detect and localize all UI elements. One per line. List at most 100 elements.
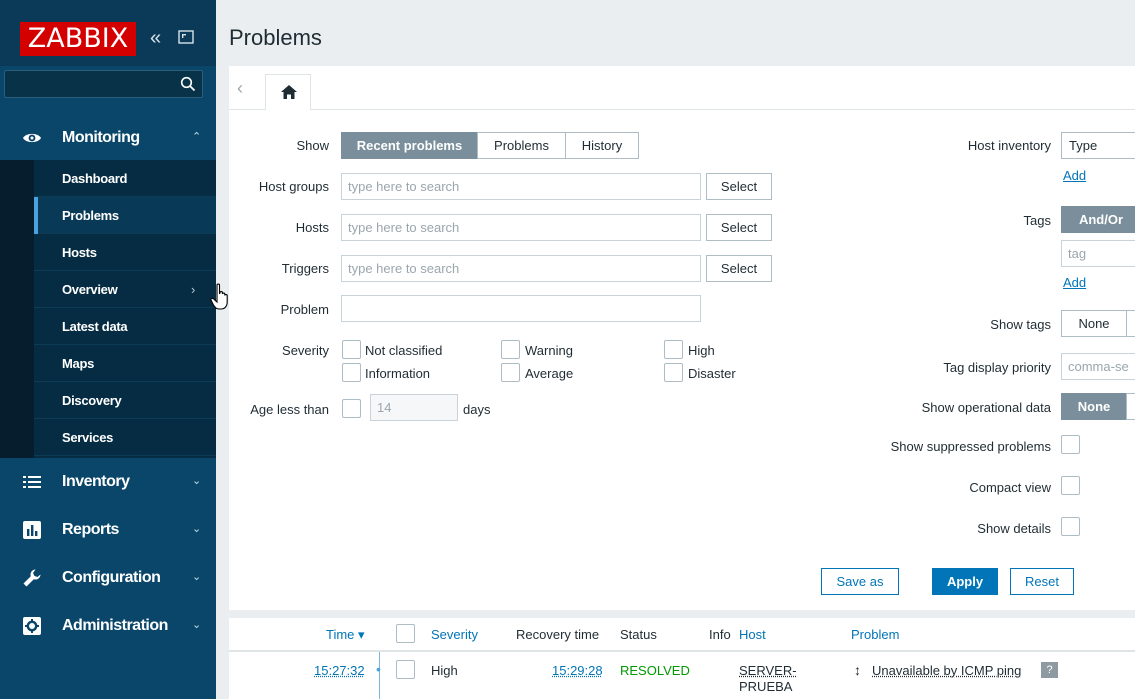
chevron-down-icon: ⌄ <box>192 571 202 583</box>
column-severity-header[interactable]: Severity <box>431 627 478 642</box>
apply-button[interactable]: Apply <box>932 568 998 595</box>
show-details-checkbox[interactable] <box>1061 517 1080 536</box>
tag-display-priority-label: Tag display priority <box>943 360 1051 375</box>
tags-and-or-button[interactable]: And/Or <box>1061 206 1135 233</box>
severity-information-checkbox[interactable] <box>342 363 361 382</box>
severity-average-label: Average <box>525 366 574 381</box>
info-help-icon[interactable]: ? <box>1041 662 1058 678</box>
sidebar-item-maps[interactable]: Maps <box>34 345 216 382</box>
sidebar: ZABBIX « Monitoring ⌃ Dashboard Problems… <box>0 0 216 699</box>
row-recovery-time[interactable]: 15:29:28 <box>552 663 603 678</box>
kiosk-mode-icon[interactable] <box>178 29 194 45</box>
filter-panel: Show Recent problems Problems History Ho… <box>229 110 1135 610</box>
severity-warning-label: Warning <box>525 343 573 358</box>
zabbix-logo[interactable]: ZABBIX <box>20 22 136 56</box>
tag-display-priority-input[interactable]: comma-se <box>1061 353 1135 380</box>
column-recovery-time-header: Recovery time <box>516 627 600 642</box>
tags-add-link[interactable]: Add <box>1063 275 1086 290</box>
menu-inventory[interactable]: Inventory ⌄ <box>0 462 216 502</box>
sidebar-item-label: Maps <box>62 356 95 371</box>
row-time[interactable]: 15:27:32 <box>314 663 365 678</box>
sidebar-item-label: Overview <box>62 282 118 297</box>
select-all-checkbox[interactable] <box>396 624 415 643</box>
logo-bar: ZABBIX « <box>0 0 216 66</box>
submenu-rail <box>0 160 34 458</box>
sidebar-search-input[interactable] <box>5 71 170 97</box>
menu-reports[interactable]: Reports ⌄ <box>0 510 216 550</box>
menu-administration[interactable]: Administration ⌄ <box>0 606 216 646</box>
host-groups-select-button[interactable]: Select <box>706 173 772 200</box>
column-time-header[interactable]: Time ▾ <box>326 627 365 643</box>
sidebar-item-discovery[interactable]: Discovery <box>34 382 216 419</box>
problem-input[interactable] <box>341 295 701 322</box>
home-icon <box>281 85 297 99</box>
age-unit-label: days <box>463 402 491 417</box>
show-tags-next-button[interactable] <box>1126 310 1135 337</box>
age-days-input[interactable]: 14 <box>370 394 458 421</box>
row-severity: High <box>431 663 458 678</box>
operational-data-next-button[interactable] <box>1126 393 1135 420</box>
column-host-header[interactable]: Host <box>739 627 766 642</box>
menu-reports-label: Reports <box>62 521 119 538</box>
eye-icon <box>22 128 42 148</box>
sidebar-item-overview[interactable]: Overview › <box>34 271 216 308</box>
severity-high-checkbox[interactable] <box>664 340 683 359</box>
sidebar-item-services[interactable]: Services <box>34 419 216 456</box>
sidebar-item-label: Services <box>62 430 114 445</box>
chevron-up-icon: ⌃ <box>192 131 202 143</box>
show-suppressed-problems-label: Show suppressed problems <box>890 439 1051 454</box>
show-recent-problems-button[interactable]: Recent problems <box>341 132 478 159</box>
search-icon[interactable] <box>180 76 196 92</box>
show-problems-button[interactable]: Problems <box>477 132 566 159</box>
sidebar-item-latest-data[interactable]: Latest data <box>34 308 216 345</box>
sidebar-item-problems[interactable]: Problems <box>34 197 216 234</box>
severity-not-classified-checkbox[interactable] <box>342 340 361 359</box>
show-suppressed-problems-checkbox[interactable] <box>1061 435 1080 454</box>
host-inventory-label: Host inventory <box>967 138 1051 153</box>
show-tags-none-button[interactable]: None <box>1061 310 1127 337</box>
row-host[interactable]: SERVER- <box>739 663 797 678</box>
problem-label: Problem <box>280 302 329 317</box>
severity-disaster-checkbox[interactable] <box>664 363 683 382</box>
operational-data-none-button[interactable]: None <box>1061 393 1127 420</box>
severity-label: Severity <box>282 343 329 358</box>
menu-configuration-label: Configuration <box>62 569 161 586</box>
age-less-than-checkbox[interactable] <box>342 399 361 418</box>
bar-chart-icon <box>22 520 42 540</box>
row-status: RESOLVED <box>620 663 690 678</box>
hosts-input[interactable]: type here to search <box>341 214 701 241</box>
sidebar-item-dashboard[interactable]: Dashboard <box>34 160 216 197</box>
triggers-select-button[interactable]: Select <box>706 255 772 282</box>
severity-not-classified-label: Not classified <box>365 343 443 358</box>
host-inventory-add-link[interactable]: Add <box>1063 168 1086 183</box>
row-host-line2[interactable]: PRUEBA <box>739 679 792 694</box>
hosts-select-button[interactable]: Select <box>706 214 772 241</box>
host-inventory-type-select[interactable]: Type <box>1061 132 1135 159</box>
chevron-down-icon: ⌄ <box>192 475 202 487</box>
chevron-down-icon: ⌄ <box>192 619 202 631</box>
row-problem[interactable]: Unavailable by ICMP ping <box>872 663 1021 678</box>
severity-warning-checkbox[interactable] <box>501 340 520 359</box>
column-problem-header[interactable]: Problem <box>851 627 899 642</box>
host-groups-label: Host groups <box>258 179 329 194</box>
severity-average-checkbox[interactable] <box>501 363 520 382</box>
tab-home[interactable] <box>265 74 311 111</box>
hosts-label: Hosts <box>295 220 329 235</box>
save-as-button[interactable]: Save as <box>821 568 899 595</box>
compact-view-checkbox[interactable] <box>1061 476 1080 495</box>
triggers-input[interactable]: type here to search <box>341 255 701 282</box>
column-info-header: Info <box>709 627 731 642</box>
menu-monitoring[interactable]: Monitoring ⌃ <box>0 118 216 158</box>
chevron-down-icon: ⌄ <box>192 523 202 535</box>
tab-previous-button[interactable]: ‹ <box>237 78 243 99</box>
host-groups-input[interactable]: type here to search <box>341 173 701 200</box>
sidebar-item-hosts[interactable]: Hosts <box>34 234 216 271</box>
row-select-checkbox[interactable] <box>396 660 415 679</box>
show-history-button[interactable]: History <box>565 132 639 159</box>
collapse-sidebar-button[interactable]: « <box>150 27 161 49</box>
severity-high-label: High <box>688 343 715 358</box>
tag-input[interactable]: tag <box>1061 240 1135 267</box>
reset-button[interactable]: Reset <box>1010 568 1074 595</box>
column-status-header: Status <box>620 627 657 642</box>
menu-configuration[interactable]: Configuration ⌄ <box>0 558 216 598</box>
